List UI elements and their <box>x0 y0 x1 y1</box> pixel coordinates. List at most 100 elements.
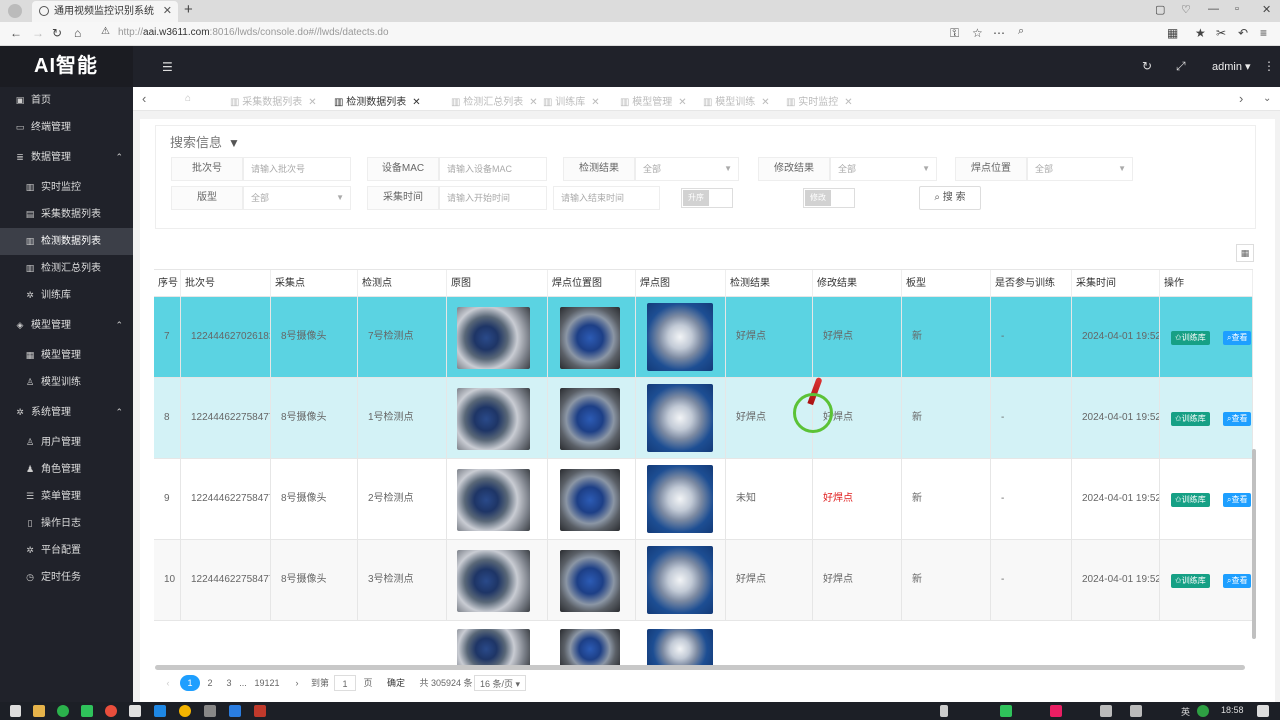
notification-icon[interactable] <box>1257 705 1269 717</box>
vscode-icon[interactable] <box>154 705 166 717</box>
per-page-select[interactable]: 16 条/页 ▾ <box>474 675 526 691</box>
close-tab-icon[interactable]: ✕ <box>308 97 316 108</box>
search-button[interactable]: ⌕ 搜 索 <box>919 186 981 210</box>
weld-image[interactable] <box>647 465 713 533</box>
original-image[interactable] <box>457 307 530 369</box>
sidebar-item[interactable]: ▥ 实时监控 <box>0 174 133 201</box>
new-tab-icon[interactable]: + <box>184 1 193 18</box>
star-icon[interactable]: ☆ <box>972 26 983 40</box>
ime-icon[interactable] <box>1197 705 1209 717</box>
refresh-icon[interactable]: ↻ <box>1142 59 1152 73</box>
tabs-next-icon[interactable]: › <box>1239 91 1243 106</box>
column-header[interactable]: 板型 <box>902 270 991 297</box>
original-image[interactable] <box>457 550 530 612</box>
weld-image[interactable] <box>647 546 713 614</box>
column-header[interactable]: 原图 <box>447 270 548 297</box>
table-row[interactable]: 81224446227584778248号摄像头1号检测点好焊点好焊点新-202… <box>154 378 1253 459</box>
column-header[interactable]: 是否参与训练 <box>991 270 1072 297</box>
vertical-scrollbar[interactable] <box>1252 449 1256 639</box>
table-row[interactable]: 91224446227584778248号摄像头2号检测点 未知好焊点新-2024… <box>154 459 1253 540</box>
weldpos-select[interactable]: 全部 ▼ <box>1027 157 1133 181</box>
favorites-icon[interactable]: ★ <box>1195 26 1206 40</box>
weld-image[interactable] <box>647 303 713 371</box>
thumbnail-image[interactable] <box>647 629 713 666</box>
tray-icon[interactable] <box>940 705 948 717</box>
view-button[interactable]: ⌕查看 <box>1223 493 1252 507</box>
apps-icon[interactable]: ▦ <box>1167 26 1178 40</box>
file-icon[interactable] <box>129 705 141 717</box>
horizontal-scrollbar[interactable] <box>155 665 1245 670</box>
back-icon[interactable]: ← <box>10 26 22 40</box>
sidebar-item[interactable]: ◷ 定时任务 <box>0 564 133 591</box>
goto-confirm-button[interactable]: 确定 <box>384 675 408 691</box>
column-header[interactable]: 修改结果 <box>813 270 902 297</box>
column-header[interactable]: 检测点 <box>358 270 447 297</box>
tools-icon[interactable]: ✂ <box>1216 26 1226 40</box>
start-icon[interactable] <box>10 705 21 717</box>
undo-icon[interactable]: ↶ <box>1238 26 1248 40</box>
column-header[interactable]: 焊点位置图 <box>548 270 636 297</box>
ime-lang[interactable]: 英 <box>1181 705 1190 718</box>
view-button[interactable]: ⌕查看 <box>1223 331 1252 345</box>
close-tab-icon[interactable]: ✕ <box>591 97 599 108</box>
board-select[interactable]: 全部 ▼ <box>243 186 351 210</box>
more-vertical-icon[interactable]: ⋮ <box>1263 59 1275 73</box>
tabs-prev-icon[interactable]: ‹ <box>142 91 146 106</box>
maximize-icon[interactable]: ▫ <box>1235 3 1239 15</box>
minimize-icon[interactable]: — <box>1208 3 1219 15</box>
table-row[interactable] <box>154 621 1253 666</box>
wechat-icon[interactable] <box>81 705 93 717</box>
train-library-button[interactable]: ✩训练库 <box>1171 574 1210 588</box>
tray-wechat-icon[interactable] <box>1000 705 1012 717</box>
sidebar-item[interactable]: ▥ 检测汇总列表 <box>0 255 133 282</box>
sidebar-item[interactable]: ♙ 用户管理 <box>0 429 133 456</box>
browser-tab[interactable]: 通用视频监控识别系统 ✕ <box>32 1 178 22</box>
modify-select[interactable]: 全部 ▼ <box>830 157 937 181</box>
weld-image[interactable] <box>647 384 713 452</box>
close-tab-icon[interactable]: ✕ <box>529 97 537 108</box>
more-icon[interactable]: ⋯ <box>993 26 1005 40</box>
hamburger-icon[interactable]: ☰ <box>162 60 173 74</box>
url-field[interactable]: http://aai.w3611.com:8016/lwds/console.d… <box>118 27 389 38</box>
sidebar-item[interactable]: ✲ 平台配置 <box>0 537 133 564</box>
window-icon[interactable] <box>204 705 216 717</box>
sidebar-item[interactable]: ✲ 训练库 <box>0 282 133 309</box>
tabs-dropdown-icon[interactable]: ⌄ <box>1263 93 1271 104</box>
sidebar-item[interactable]: ♟ 角色管理 <box>0 456 133 483</box>
sidebar-item[interactable]: ✲ 系统管理 ⌃ <box>0 396 133 429</box>
column-filter-icon[interactable]: ▦ <box>1236 244 1254 262</box>
chrome-icon[interactable] <box>179 705 191 717</box>
sidebar-item[interactable]: ♙ 模型训练 <box>0 369 133 396</box>
modify-toggle[interactable]: 修改 <box>803 188 855 208</box>
thumbnail-image[interactable] <box>560 629 620 666</box>
pin-icon[interactable]: ♡ <box>1181 3 1191 16</box>
train-library-button[interactable]: ✩训练库 <box>1171 493 1210 507</box>
sidebar-item[interactable]: ▯ 操作日志 <box>0 510 133 537</box>
page-last[interactable]: 19121 <box>252 675 282 691</box>
collapse-triangle-icon[interactable]: ▼ <box>228 136 240 150</box>
page-tab[interactable]: ▥ 训练库 ✕ <box>543 93 600 108</box>
menu-icon[interactable]: ≡ <box>1260 26 1267 40</box>
next-page-icon[interactable]: › <box>292 675 302 691</box>
page-tab[interactable]: ▥ 采集数据列表 ✕ <box>230 93 317 108</box>
user-menu[interactable]: admin ▾ <box>1212 60 1251 73</box>
view-button[interactable]: ⌕查看 <box>1223 412 1252 426</box>
train-library-button[interactable]: ✩训练库 <box>1171 412 1210 426</box>
reload-icon[interactable]: ↻ <box>52 26 62 40</box>
start-time-input[interactable]: 请输入开始时间 <box>439 186 547 210</box>
sidebar-item[interactable]: ☰ 菜单管理 <box>0 483 133 510</box>
page-tab[interactable]: ▥ 检测汇总列表 ✕ <box>451 93 538 108</box>
column-header[interactable]: 批次号 <box>181 270 271 297</box>
network-icon[interactable] <box>1100 705 1112 717</box>
column-header[interactable]: 采集点 <box>271 270 358 297</box>
close-tab-icon[interactable]: ✕ <box>678 97 686 108</box>
train-library-button[interactable]: ✩训练库 <box>1171 331 1210 345</box>
search-panel-title[interactable]: 搜索信息 ▼ <box>170 132 240 151</box>
close-tab-icon[interactable]: ✕ <box>844 97 852 108</box>
original-image[interactable] <box>457 388 530 450</box>
weld-position-image[interactable] <box>560 550 620 612</box>
sidebar-item[interactable]: ▥ 检测数据列表 <box>0 228 133 255</box>
sidebar-item[interactable]: ◈ 模型管理 ⌃ <box>0 309 133 342</box>
view-button[interactable]: ⌕查看 <box>1223 574 1252 588</box>
tab-list-icon[interactable]: ▢ <box>1155 3 1165 16</box>
